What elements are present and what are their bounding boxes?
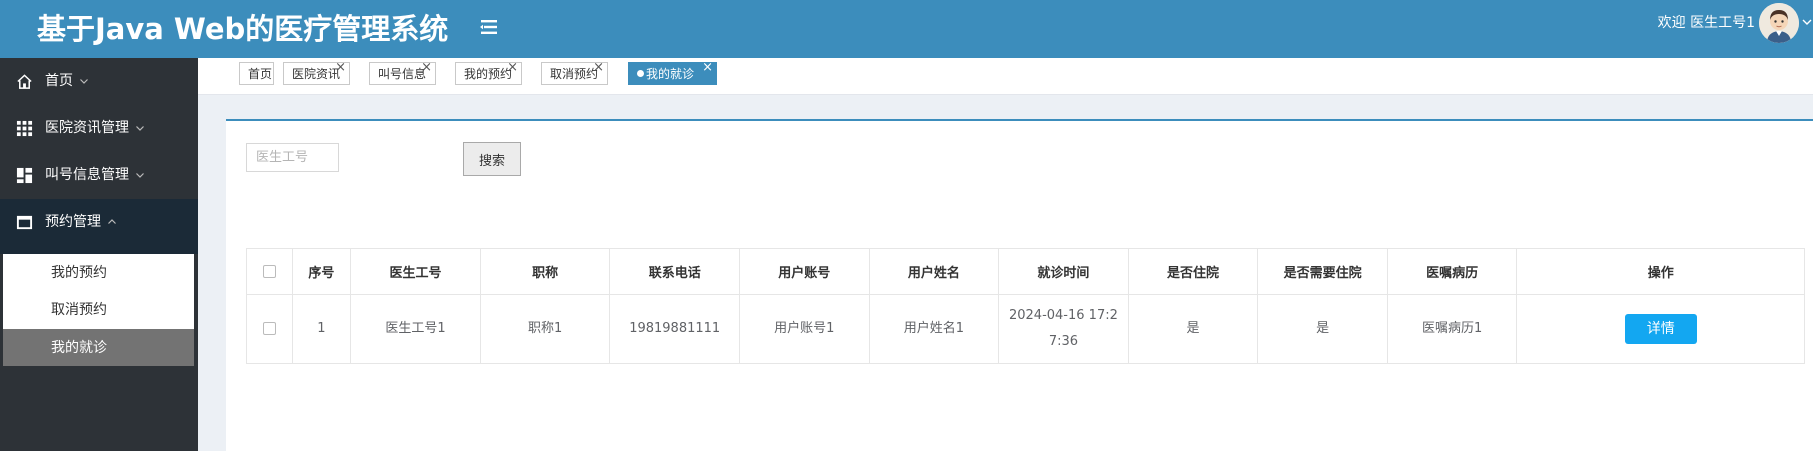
cell-name: 用户姓名1 bbox=[868, 294, 1000, 364]
cell-account: 用户账号1 bbox=[738, 294, 870, 364]
row-select-cell bbox=[246, 294, 293, 364]
chevron-up-icon bbox=[108, 219, 116, 224]
chevron-down-icon[interactable] bbox=[1801, 16, 1813, 28]
app-title: 基于Java Web的医疗管理系统 bbox=[37, 12, 449, 46]
table-header-row: 序号 医生工号 职称 联系电话 用户账号 用户姓名 就诊时间 是否住院 是否需要… bbox=[246, 248, 1805, 295]
tab-hospital-news[interactable]: 医院资讯 × bbox=[283, 61, 350, 85]
welcome-text: 欢迎 医生工号1 bbox=[1657, 15, 1755, 31]
column-header: 用户账号 bbox=[738, 248, 870, 295]
sidebar-item-label: 叫号信息管理 bbox=[45, 167, 129, 183]
active-dot-icon bbox=[637, 70, 644, 77]
cell-hospitalized: 是 bbox=[1127, 294, 1259, 364]
visits-table: 序号 医生工号 职称 联系电话 用户账号 用户姓名 就诊时间 是否住院 是否需要… bbox=[246, 248, 1805, 364]
dashboard-icon bbox=[16, 167, 33, 184]
column-header: 医生工号 bbox=[350, 248, 481, 295]
sidebar-item-appointments[interactable]: 预约管理 bbox=[0, 199, 198, 254]
sidebar-item-label: 医院资讯管理 bbox=[45, 120, 129, 136]
menu-toggle-icon[interactable] bbox=[477, 15, 501, 39]
home-icon bbox=[17, 74, 32, 89]
tab-label: 医院资讯 bbox=[292, 67, 341, 81]
chevron-down-icon bbox=[80, 79, 88, 84]
submenu-item-label: 取消预约 bbox=[51, 302, 107, 318]
tab-home[interactable]: 首页 bbox=[239, 62, 274, 85]
column-header: 序号 bbox=[291, 248, 352, 295]
cell-needs-hospitalization: 是 bbox=[1257, 294, 1388, 364]
tab-cancel-appointment[interactable]: 取消预约 × bbox=[541, 61, 608, 85]
cell-phone: 19819881111 bbox=[609, 294, 740, 364]
cell-actions: 详情 bbox=[1516, 294, 1805, 364]
column-header: 联系电话 bbox=[609, 248, 740, 295]
tab-label: 我的就诊 bbox=[637, 67, 694, 81]
avatar-icon bbox=[1759, 3, 1799, 43]
column-header: 医嘱病历 bbox=[1386, 248, 1518, 295]
cell-visit-time: 2024-04-16 17:27:36 bbox=[998, 294, 1129, 364]
tab-my-visits[interactable]: 我的就诊 × bbox=[628, 61, 717, 85]
detail-button[interactable]: 详情 bbox=[1624, 314, 1697, 344]
tab-label-text: 我的就诊 bbox=[646, 67, 695, 81]
tab-label: 我的预约 bbox=[464, 67, 513, 81]
column-header: 操作 bbox=[1516, 248, 1805, 295]
table-row: 1 医生工号1 职称1 19819881111 用户账号1 用户姓名1 2024… bbox=[246, 294, 1805, 364]
cell-index: 1 bbox=[291, 294, 352, 364]
tab-label: 叫号信息 bbox=[378, 67, 427, 81]
chevron-down-icon bbox=[136, 173, 144, 178]
search-button[interactable]: 搜索 bbox=[463, 142, 521, 176]
sidebar-item-queue-info[interactable]: 叫号信息管理 bbox=[0, 152, 198, 199]
submenu-item-my-visits[interactable]: 我的就诊 bbox=[3, 329, 194, 366]
close-icon[interactable]: × bbox=[702, 61, 713, 75]
tab-queue-info[interactable]: 叫号信息 × bbox=[369, 61, 436, 85]
close-icon[interactable]: × bbox=[593, 61, 604, 75]
column-header: 职称 bbox=[479, 248, 611, 295]
tab-bar: 首页 医院资讯 × 叫号信息 × 我的预约 × 取消预约 × 我的就诊 × bbox=[198, 58, 1813, 95]
submenu-item-label: 我的就诊 bbox=[51, 340, 107, 356]
tab-label: 取消预约 bbox=[550, 67, 599, 81]
user-avatar[interactable] bbox=[1759, 3, 1799, 43]
column-header: 就诊时间 bbox=[998, 248, 1129, 295]
submenu-item-cancel-appointment[interactable]: 取消预约 bbox=[3, 291, 194, 328]
sidebar-item-label: 首页 bbox=[45, 73, 73, 89]
calendar-icon bbox=[16, 215, 33, 230]
sidebar-item-label: 预约管理 bbox=[45, 214, 101, 230]
tab-my-appointments[interactable]: 我的预约 × bbox=[455, 61, 522, 85]
sidebar-item-hospital-news[interactable]: 医院资讯管理 bbox=[0, 105, 198, 152]
cell-doctor-id: 医生工号1 bbox=[350, 294, 481, 364]
sidebar-item-home[interactable]: 首页 bbox=[0, 58, 198, 105]
tab-label: 首页 bbox=[248, 67, 273, 81]
top-header: 基于Java Web的医疗管理系统 欢迎 医生工号1 bbox=[0, 0, 1813, 58]
close-icon[interactable]: × bbox=[421, 61, 432, 75]
chevron-down-icon bbox=[136, 126, 144, 131]
grid-icon bbox=[16, 120, 33, 137]
select-all-checkbox[interactable] bbox=[262, 265, 276, 278]
appointments-submenu: 我的预约 取消预约 我的就诊 bbox=[3, 254, 194, 366]
close-icon[interactable]: × bbox=[507, 61, 518, 75]
cell-medical-record: 医嘱病历1 bbox=[1386, 294, 1518, 364]
doctor-id-search-input[interactable] bbox=[246, 143, 339, 172]
column-header: 是否住院 bbox=[1127, 248, 1259, 295]
cell-title: 职称1 bbox=[479, 294, 611, 364]
submenu-item-label: 我的预约 bbox=[51, 265, 107, 281]
submenu-item-my-appointments[interactable]: 我的预约 bbox=[3, 254, 194, 291]
row-checkbox[interactable] bbox=[262, 322, 276, 335]
select-all-header bbox=[246, 248, 293, 295]
column-header: 用户姓名 bbox=[868, 248, 1000, 295]
close-icon[interactable]: × bbox=[335, 61, 346, 75]
column-header: 是否需要住院 bbox=[1257, 248, 1388, 295]
